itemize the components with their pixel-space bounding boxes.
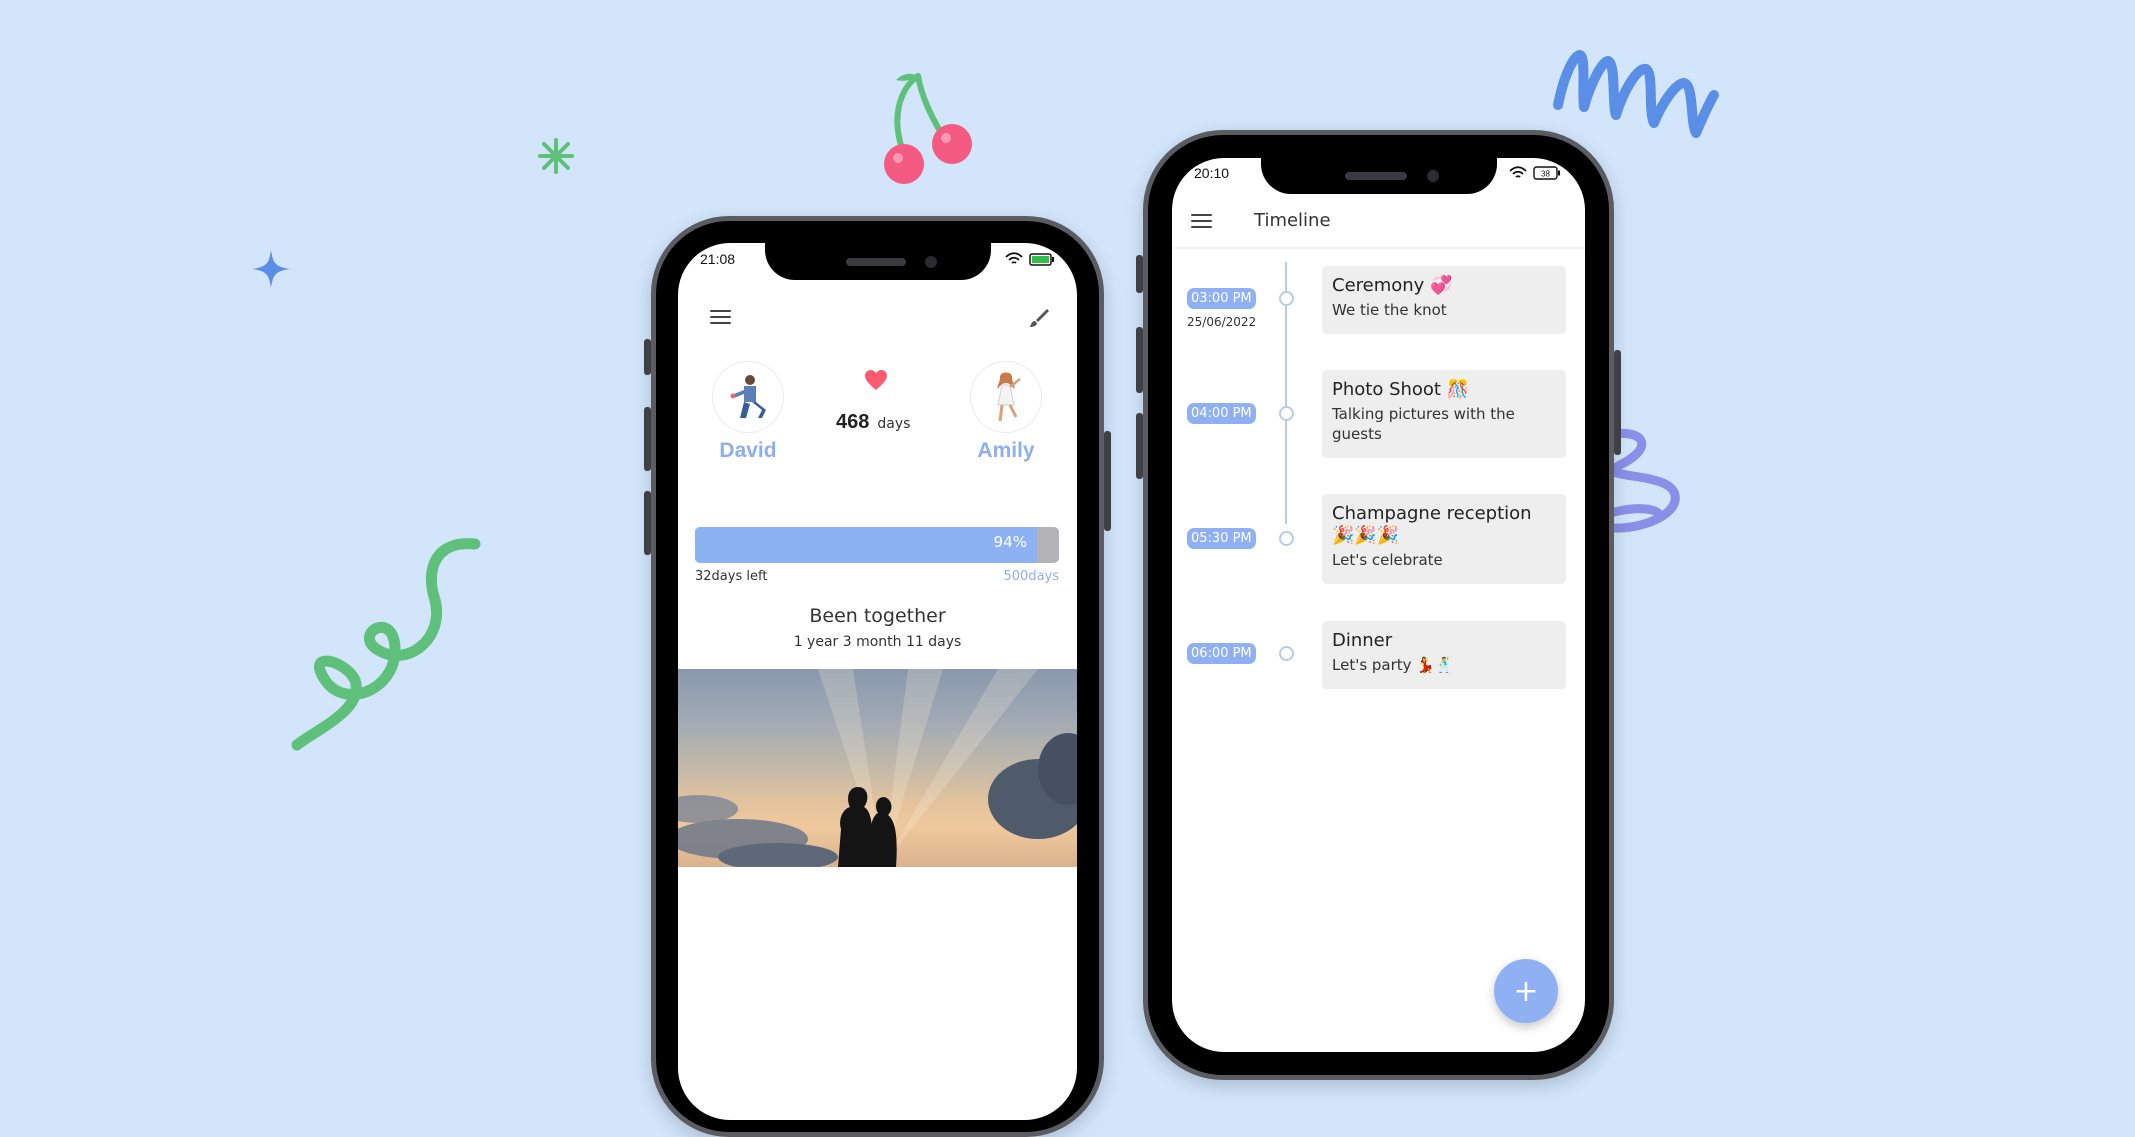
progress-percent: 94%: [993, 533, 1027, 551]
menu-icon[interactable]: [1186, 206, 1216, 236]
status-icons: [1005, 252, 1055, 266]
asterisk-icon: [538, 138, 574, 174]
days-left-label: 32days left: [695, 569, 768, 584]
event-title: Champagne reception 🎉🎉🎉: [1332, 503, 1532, 546]
partner-left-name: David: [719, 439, 777, 462]
notch: [764, 243, 991, 280]
event-title: Ceremony 💞: [1332, 275, 1453, 296]
event-title: Photo Shoot 🎊: [1332, 379, 1470, 400]
cherry-icon: [884, 73, 972, 184]
goal-days-label: 500days: [1003, 569, 1060, 584]
event-time: 06:00 PM: [1187, 643, 1256, 664]
event-time: 03:00 PM: [1187, 288, 1256, 309]
heart-icon: [865, 370, 887, 390]
man-proposing-avatar[interactable]: [712, 361, 784, 433]
wifi-icon: [1509, 166, 1527, 178]
add-event-button[interactable]: +: [1494, 959, 1558, 1023]
phone-right: 20:10 38 Timeline 03:00 PM 25/06/2022 Ce…: [1136, 130, 1621, 1080]
together-duration: 1 year 3 month 11 days: [793, 634, 962, 650]
battery-level: 38: [1541, 170, 1550, 179]
timeline-dot: [1279, 406, 1294, 421]
status-time: 20:10: [1194, 165, 1230, 181]
phone-left: 21:08 David Amily 468 days 94% 32days le…: [644, 216, 1111, 1137]
couple-silhouette-sunset-photo[interactable]: [678, 669, 1077, 867]
timeline-screen: 20:10 38 Timeline 03:00 PM 25/06/2022 Ce…: [1172, 158, 1585, 1052]
timeline-dot: [1279, 291, 1294, 306]
event-time: 04:00 PM: [1187, 403, 1256, 424]
sparkle-star-icon: [252, 250, 290, 288]
appbar-title: Timeline: [1254, 210, 1331, 231]
event-date: 25/06/2022: [1187, 315, 1257, 329]
menu-icon[interactable]: [706, 303, 734, 331]
battery-icon: [1029, 252, 1054, 266]
appbar-divider: [1172, 247, 1585, 249]
status-time: 21:08: [700, 251, 736, 267]
green-squiggle: [291, 538, 481, 751]
notch: [1260, 158, 1497, 194]
progress-bar: 94%: [695, 527, 1059, 563]
plus-icon: +: [1513, 973, 1539, 1009]
event-time: 05:30 PM: [1187, 528, 1256, 549]
status-icons: 38: [1509, 166, 1561, 180]
timeline-dot: [1279, 646, 1294, 661]
woman-avatar[interactable]: [970, 361, 1042, 433]
together-title: Been together: [809, 605, 946, 627]
battery-icon: 38: [1533, 166, 1560, 180]
event-description: Let's celebrate: [1332, 551, 1443, 569]
days-counter: 468 days: [836, 411, 910, 434]
progress-fill: [695, 527, 1038, 563]
event-description: Talking pictures with the guests: [1332, 405, 1515, 443]
blue-zigzag-scribble: [1553, 50, 1719, 138]
brush-icon[interactable]: [1024, 303, 1054, 333]
days-unit: days: [877, 416, 911, 432]
event-title: Dinner: [1332, 630, 1393, 651]
event-card[interactable]: Champagne reception 🎉🎉🎉 Let's celebrate: [1322, 494, 1566, 584]
event-description: We tie the knot: [1332, 301, 1447, 319]
event-card[interactable]: Ceremony 💞 We tie the knot: [1322, 266, 1566, 334]
days-count: 468: [836, 411, 870, 433]
event-description: Let's party 💃🕺: [1332, 656, 1454, 674]
event-card[interactable]: Photo Shoot 🎊 Talking pictures with the …: [1322, 370, 1566, 458]
love-counter-screen: 21:08 David Amily 468 days 94% 32days le…: [678, 243, 1077, 1120]
timeline-dot: [1279, 531, 1294, 546]
partner-right-name: Amily: [977, 439, 1035, 462]
event-card[interactable]: Dinner Let's party 💃🕺: [1322, 621, 1566, 689]
wifi-icon: [1005, 252, 1023, 264]
